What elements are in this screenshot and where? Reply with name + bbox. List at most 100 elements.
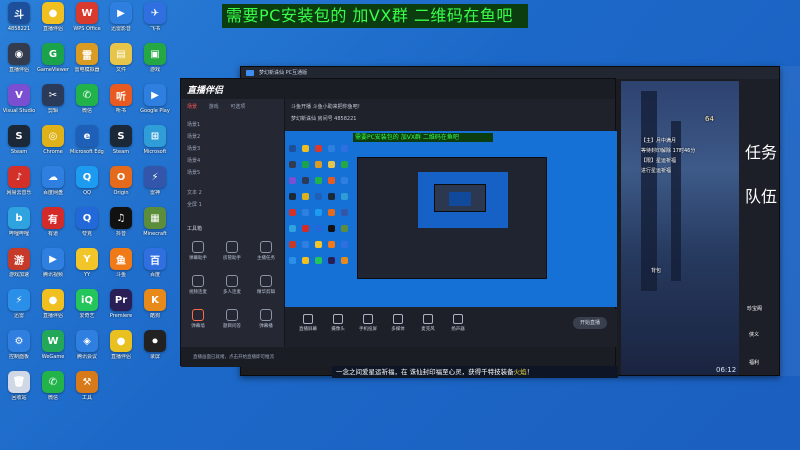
- team-button[interactable]: 队伍: [745, 183, 777, 207]
- desktop-icon[interactable]: ▶ 迅雷影音: [104, 2, 138, 32]
- desktop-icon[interactable]: ◉ 直播伴侣: [2, 43, 36, 73]
- tool-danmaku[interactable]: 弹幕助手: [185, 241, 211, 261]
- scene-item[interactable]: 场景1: [187, 121, 200, 128]
- welfare-label[interactable]: 福利: [749, 359, 759, 366]
- tab-scene[interactable]: 场景: [187, 104, 197, 110]
- desktop-icon[interactable]: S Steam: [2, 125, 36, 155]
- desktop-icon[interactable]: ▦ Minecraft: [138, 207, 172, 237]
- desktop-icon[interactable]: 雷雷电模拟器: [70, 43, 104, 73]
- desktop-icon[interactable]: ♫ 抖音: [104, 207, 138, 237]
- desktop-icon[interactable]: ▤ 文件: [104, 43, 138, 73]
- tool-danmaku-wall[interactable]: 弹幕墙: [185, 309, 211, 329]
- source-screen-button[interactable]: 直播屏幕: [295, 314, 321, 332]
- desktop-icon[interactable]: b 哔哩哔哩: [2, 207, 36, 237]
- preview-mini-icon: [302, 225, 309, 232]
- tab-options[interactable]: 可选项: [230, 104, 245, 110]
- desktop-icon[interactable]: K 酷狗: [138, 289, 172, 319]
- desktop-icon[interactable]: ⚙ 控制面板: [2, 330, 36, 360]
- source-mic-button[interactable]: 麦克风: [415, 314, 441, 332]
- desktop-icon[interactable]: ⚡ 迅雷: [2, 289, 36, 319]
- desktop-icon[interactable]: ● 直播伴侣: [36, 2, 70, 32]
- game-viewport[interactable]: 64 【主】月中满月 等待封印解除 17时46分 【限】星运祈福 进行星运祈福 …: [621, 81, 741, 375]
- scene-item[interactable]: 文本 2: [187, 189, 202, 196]
- bag-label[interactable]: 背包: [651, 267, 661, 274]
- desktop-icon[interactable]: ⊞ Microsoft: [138, 125, 172, 155]
- tool-danmaku-play[interactable]: 弹幕播: [253, 309, 279, 329]
- desktop-icon[interactable]: ▶ 腾讯视频: [36, 248, 70, 278]
- scene-item[interactable]: 场景5: [187, 169, 200, 176]
- desktop-icon[interactable]: ⚒ 工具: [70, 371, 104, 401]
- desktop-icon[interactable]: ✆ 微信: [36, 371, 70, 401]
- desktop-icon[interactable]: ▣ 游戏: [138, 43, 172, 73]
- desktop-icon[interactable]: V Visual Studio: [2, 84, 36, 114]
- scene-item[interactable]: 全屏 1: [187, 201, 202, 208]
- desktop-icon[interactable]: 游游戏加速: [2, 248, 36, 278]
- source-media-button[interactable]: 多媒体: [385, 314, 411, 332]
- source-camera-button[interactable]: 摄像头: [325, 314, 351, 332]
- desktop-icon[interactable]: Y YY: [70, 248, 104, 278]
- scene-item[interactable]: 场景4: [187, 157, 200, 164]
- desktop-icon[interactable]: W WeGame: [36, 330, 70, 360]
- desktop-icon[interactable]: S Steam: [104, 125, 138, 155]
- desktop-icon[interactable]: ▶ Google Play: [138, 84, 172, 114]
- desktop-icon[interactable]: ● 直播伴侣: [104, 330, 138, 360]
- scene-item[interactable]: 场景3: [187, 145, 200, 152]
- desktop-icon[interactable]: ✆ 微信: [70, 84, 104, 114]
- desktop-icon[interactable]: iQ 爱奇艺: [70, 289, 104, 319]
- desktop-icon[interactable]: ☁ 百度网盘: [36, 166, 70, 196]
- desktop-icon[interactable]: 🗑 回收站: [2, 371, 36, 401]
- tool-host-task[interactable]: 主播任务: [253, 241, 279, 261]
- app-icon: ✆: [76, 84, 98, 106]
- desktop-icon[interactable]: ● 直播伴侣: [36, 289, 70, 319]
- partner-label[interactable]: 侠义: [749, 331, 759, 338]
- desktop-icon[interactable]: G GameViewer: [36, 43, 70, 73]
- desktop-icon-label: 直播伴侣: [42, 313, 63, 319]
- desktop-icon[interactable]: 鱼斗鱼: [104, 248, 138, 278]
- app-icon: ●: [42, 289, 64, 311]
- desktop-icon[interactable]: ✈ 飞书: [138, 2, 172, 32]
- desktop-icon[interactable]: 斗 4858221: [2, 2, 36, 32]
- app-icon: ◎: [42, 125, 64, 147]
- quest-main[interactable]: 【主】月中满月: [641, 137, 676, 144]
- app-icon: ♫: [110, 207, 132, 229]
- tool-room-admin[interactable]: 房管助手: [219, 241, 245, 261]
- desktop-icon[interactable]: 听听书: [104, 84, 138, 114]
- treasure-label[interactable]: 珍宝阁: [747, 305, 762, 312]
- quest-limited[interactable]: 【限】星运祈福: [641, 157, 676, 164]
- preview-mini-icon: [302, 241, 309, 248]
- desktop-icon[interactable]: ◈ 腾讯会议: [70, 330, 104, 360]
- desktop-icon[interactable]: ⏺ 录屏: [138, 330, 172, 360]
- source-speaker-button[interactable]: 扬声器: [445, 314, 471, 332]
- stream-preview[interactable]: 需要PC安装包的 加VX群 二维码在鱼吧: [285, 131, 617, 307]
- desktop-icon[interactable]: Pr Premiere: [104, 289, 138, 319]
- tool-video-link[interactable]: 视频连麦: [185, 275, 211, 295]
- desktop-icon[interactable]: Q 夸克: [70, 207, 104, 237]
- source-phone-button[interactable]: 手机投屏: [355, 314, 381, 332]
- desktop-icon-label: 酷狗: [149, 313, 160, 319]
- desktop-icon-label: WPS Office: [73, 26, 101, 32]
- desktop-icon[interactable]: ◎ Chrome: [36, 125, 70, 155]
- task-button[interactable]: 任务: [745, 139, 777, 163]
- desktop-icon[interactable]: ✂ 剪辑: [36, 84, 70, 114]
- app-icon: 鱼: [110, 248, 132, 270]
- tab-game[interactable]: 游戏: [209, 104, 219, 110]
- tool-multi-link[interactable]: 多人连麦: [219, 275, 245, 295]
- desktop-icon[interactable]: W WPS Office: [70, 2, 104, 32]
- tool-quiz[interactable]: 题目问答: [219, 309, 245, 329]
- desktop-icon[interactable]: Q QQ: [70, 166, 104, 196]
- desktop-icon-label: 雷神: [149, 190, 160, 196]
- desktop-icon-label: Google Play: [140, 108, 170, 114]
- scene-item[interactable]: 场景2: [187, 133, 200, 140]
- desktop-icon[interactable]: O Origin: [104, 166, 138, 196]
- stream-app-titlebar[interactable]: 直播伴侣: [181, 79, 615, 99]
- preview-mini-icon: [302, 145, 309, 152]
- app-icon: 听: [110, 84, 132, 106]
- desktop-icon[interactable]: e Microsoft Edge: [70, 125, 104, 155]
- desktop-icon[interactable]: 有有道: [36, 207, 70, 237]
- desktop-icon[interactable]: ♪ 网易云音乐: [2, 166, 36, 196]
- start-live-button[interactable]: 开始直播: [573, 317, 607, 329]
- streaming-app-window[interactable]: 直播伴侣 场景 游戏 可选项 场景1 场景2 场景3 场景4 场景5 文本 2 …: [180, 78, 617, 367]
- tool-clip[interactable]: 精华剪辑: [253, 275, 279, 295]
- desktop-icon[interactable]: ⚡ 雷神: [138, 166, 172, 196]
- desktop-icon[interactable]: 百百度: [138, 248, 172, 278]
